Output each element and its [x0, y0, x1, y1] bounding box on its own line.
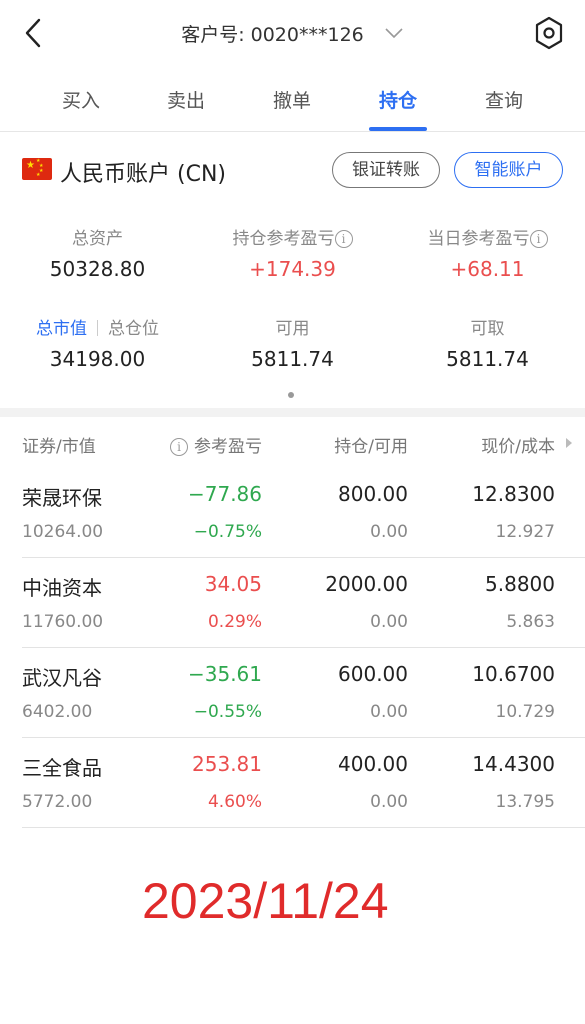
stock-price: 12.8300: [472, 482, 555, 506]
stock-holding: 800.00: [338, 482, 408, 506]
stock-market-value: 5772.00: [22, 792, 93, 812]
position-pl: 持仓参考盈亏 i +174.39: [195, 224, 390, 281]
info-icon[interactable]: i: [334, 230, 353, 248]
row-divider: [22, 827, 585, 828]
stock-holding: 400.00: [338, 752, 408, 776]
scroll-right-icon[interactable]: [565, 434, 573, 454]
account-name: 人民币账户 (CN): [60, 162, 226, 187]
separator: [97, 320, 98, 336]
daily-pl: 当日参考盈亏 i +68.11: [390, 224, 585, 281]
market-value-value: 34198.00: [49, 347, 146, 371]
market-value: 总市值 总仓位 34198.00: [0, 314, 195, 371]
stock-price: 10.6700: [472, 662, 555, 686]
total-assets: 总资产 50328.80: [0, 224, 195, 281]
stock-pl-percent: −0.55%: [193, 702, 262, 722]
available-funds: 可用 5811.74: [195, 314, 390, 371]
stock-price: 5.8800: [485, 572, 555, 596]
section-divider: [0, 408, 585, 417]
total-assets-value: 50328.80: [49, 257, 146, 281]
positions-table-header: 证券/市值 i 参考盈亏 持仓/可用 现价/成本: [0, 418, 585, 468]
stock-holding: 600.00: [338, 662, 408, 686]
stock-market-value: 6402.00: [22, 702, 93, 722]
stock-available: 0.00: [370, 612, 408, 632]
available-value: 5811.74: [251, 347, 334, 371]
hexagon-settings-icon: [535, 16, 563, 50]
withdrawable-value: 5811.74: [446, 347, 529, 371]
tab-sell[interactable]: 卖出: [146, 86, 226, 113]
stock-pl-percent: 0.29%: [207, 612, 262, 632]
stock-name: 三全食品: [22, 756, 102, 780]
withdrawable-label: 可取: [470, 319, 505, 339]
stock-pl: −77.86: [187, 482, 262, 506]
tab-positions[interactable]: 持仓: [358, 86, 438, 113]
header-pl: i 参考盈亏: [170, 432, 262, 457]
table-row[interactable]: 武汉凡谷 6402.00 −35.61 −0.55% 600.00 0.00 1…: [0, 648, 585, 738]
header-security: 证券/市值: [22, 437, 96, 457]
stock-pl-percent: −0.75%: [193, 522, 262, 542]
stock-holding: 2000.00: [325, 572, 408, 596]
table-row[interactable]: 三全食品 5772.00 253.81 4.60% 400.00 0.00 14…: [0, 738, 585, 828]
stock-available: 0.00: [370, 792, 408, 812]
stock-name: 中油资本: [22, 576, 102, 600]
position-pl-label: 持仓参考盈亏: [232, 229, 335, 249]
tab-buy[interactable]: 买入: [41, 86, 121, 113]
stock-market-value: 10264.00: [22, 522, 104, 542]
smart-account-button[interactable]: 智能账户: [454, 152, 563, 188]
total-assets-label: 总资产: [72, 229, 123, 249]
stock-available: 0.00: [370, 522, 408, 542]
settings-button[interactable]: [533, 15, 565, 51]
market-value-toggle[interactable]: 总市值: [36, 319, 87, 339]
date-stamp: 2023/11/24: [142, 873, 389, 929]
page-indicator-dot: [288, 392, 294, 398]
account-row: ★ ★ ★ ★ ★ 人民币账户 (CN) 银证转账 智能账户: [0, 148, 585, 194]
trade-tabs: 买入 卖出 撤单 持仓 查询: [0, 70, 585, 132]
info-icon[interactable]: i: [170, 438, 188, 456]
china-flag-icon: ★ ★ ★ ★ ★: [22, 158, 52, 180]
stock-pl: −35.61: [187, 662, 262, 686]
stock-cost: 10.729: [495, 702, 555, 722]
chevron-down-icon: [384, 22, 404, 44]
stock-cost: 12.927: [495, 522, 555, 542]
table-row[interactable]: 中油资本 11760.00 34.05 0.29% 2000.00 0.00 5…: [0, 558, 585, 648]
tab-cancel-order[interactable]: 撤单: [252, 86, 332, 113]
tab-query[interactable]: 查询: [464, 86, 544, 113]
daily-pl-value: +68.11: [450, 257, 525, 281]
top-bar: 客户号: 0020***126: [0, 0, 585, 68]
header-price: 现价/成本: [481, 437, 555, 457]
stock-pl: 253.81: [192, 752, 262, 776]
stock-cost: 5.863: [506, 612, 555, 632]
stock-name: 武汉凡谷: [22, 666, 102, 690]
stock-price: 14.4300: [472, 752, 555, 776]
stock-market-value: 11760.00: [22, 612, 104, 632]
daily-pl-label: 当日参考盈亏: [427, 229, 530, 249]
stock-available: 0.00: [370, 702, 408, 722]
withdrawable-funds: 可取 5811.74: [390, 314, 585, 371]
available-label: 可用: [275, 319, 310, 339]
info-icon[interactable]: i: [529, 230, 548, 248]
active-tab-indicator: [369, 127, 427, 131]
header-holding: 持仓/可用: [334, 437, 408, 457]
table-row[interactable]: 荣晟环保 10264.00 −77.86 −0.75% 800.00 0.00 …: [0, 468, 585, 558]
stock-cost: 13.795: [495, 792, 555, 812]
stock-pl-percent: 4.60%: [207, 792, 262, 812]
position-pl-value: +174.39: [249, 257, 336, 281]
account-number: 客户号: 0020***126: [181, 24, 364, 46]
total-position-toggle[interactable]: 总仓位: [108, 319, 159, 339]
stock-pl: 34.05: [204, 572, 262, 596]
stock-name: 荣晟环保: [22, 486, 102, 510]
bank-transfer-button[interactable]: 银证转账: [332, 152, 440, 188]
account-selector[interactable]: 客户号: 0020***126: [0, 20, 585, 47]
